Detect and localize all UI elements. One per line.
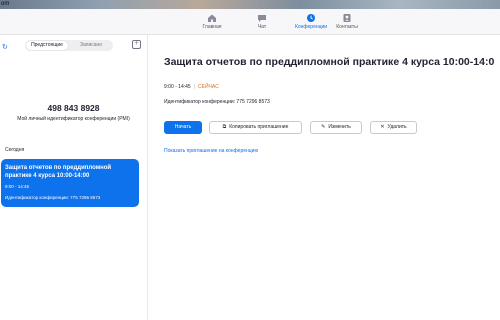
meeting-item-title: Защита отчетов по преддипломной практике… bbox=[5, 165, 112, 179]
show-invitation-link[interactable]: Показать приглашение на конференцию bbox=[164, 148, 258, 154]
refresh-icon[interactable]: ↻ bbox=[2, 43, 8, 51]
desktop-background-strip: om bbox=[0, 0, 500, 9]
tab-chat[interactable]: Чат bbox=[240, 11, 284, 33]
segment-upcoming[interactable]: Предстоящие bbox=[26, 41, 68, 50]
tab-contacts-label: Контакты bbox=[336, 24, 358, 30]
meeting-time-row: 9:00 - 14:45 | СЕЙЧАС bbox=[164, 84, 219, 90]
time-separator: | bbox=[193, 84, 195, 90]
copy-icon: ⧉ bbox=[222, 124, 227, 130]
home-icon bbox=[208, 14, 216, 22]
edit-label: Изменить bbox=[328, 124, 351, 130]
tab-contacts[interactable]: Контакты bbox=[325, 11, 369, 33]
meeting-title: Защита отчетов по преддипломной практике… bbox=[164, 56, 495, 68]
pmi-number: 498 843 8928 bbox=[47, 103, 100, 113]
section-today-heading: Сегодня bbox=[5, 147, 25, 153]
delete-button[interactable]: ✕ Удалить bbox=[370, 121, 417, 134]
delete-label: Удалить bbox=[387, 124, 407, 130]
add-meeting-button[interactable]: + bbox=[132, 40, 141, 49]
start-button-label: Начать bbox=[174, 124, 192, 130]
pencil-icon: ✎ bbox=[321, 124, 326, 130]
status-now-badge: СЕЙЧАС bbox=[198, 84, 219, 90]
top-navigation: Главная Чат Конференции Контакты bbox=[0, 9, 500, 35]
start-button[interactable]: Начать bbox=[164, 121, 202, 134]
meeting-id: Идентификатор конференции: 775 7296 8573 bbox=[164, 99, 270, 105]
tab-chat-label: Чат bbox=[257, 24, 267, 30]
tab-home[interactable]: Главная bbox=[190, 11, 234, 33]
copy-invitation-label: Копировать приглашение bbox=[229, 124, 289, 130]
meeting-list-item[interactable]: Защита отчетов по преддипломной практике… bbox=[1, 159, 139, 207]
meetings-list-panel: ↻ Предстоящие Записано + 498 843 8928 Мо… bbox=[0, 35, 148, 320]
pmi-label: Мой личный идентификатор конференции (PM… bbox=[17, 116, 130, 122]
segment-control: Предстоящие Записано bbox=[25, 40, 113, 51]
desktop-corner-text: om bbox=[1, 1, 10, 7]
meeting-item-time: 9:00 - 14:45 bbox=[5, 184, 30, 189]
segment-recorded[interactable]: Записано bbox=[69, 40, 113, 51]
copy-invitation-button[interactable]: ⧉ Копировать приглашение bbox=[209, 121, 302, 134]
close-icon: ✕ bbox=[380, 124, 385, 130]
contacts-icon bbox=[343, 14, 351, 22]
meeting-time: 9:00 - 14:45 bbox=[164, 84, 191, 90]
edit-button[interactable]: ✎ Изменить bbox=[310, 121, 362, 134]
chat-icon bbox=[258, 15, 266, 22]
meeting-item-id: Идентификатор конференции: 775 7296 8573 bbox=[5, 195, 101, 200]
tab-home-label: Главная bbox=[202, 24, 222, 30]
plus-icon: + bbox=[134, 40, 139, 47]
clock-icon bbox=[307, 14, 315, 22]
